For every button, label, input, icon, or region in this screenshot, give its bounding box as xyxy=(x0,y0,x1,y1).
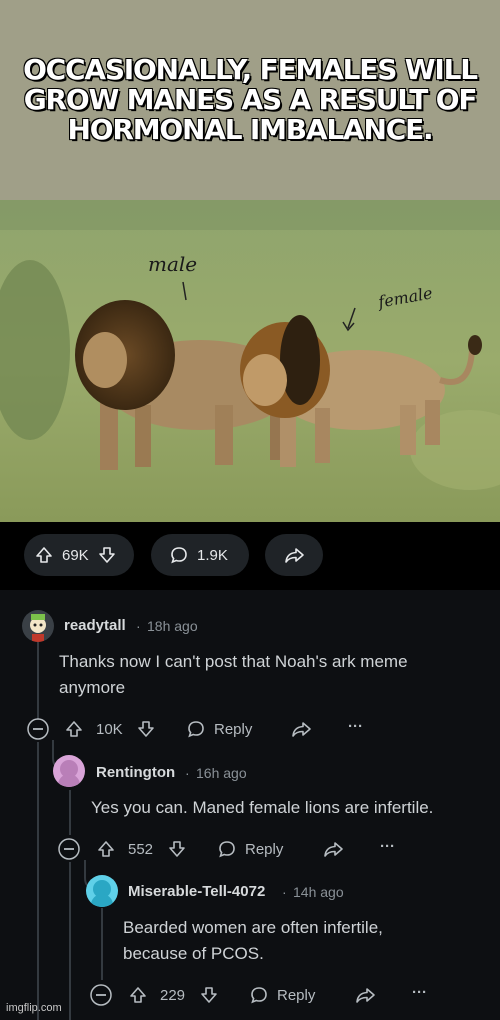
vote-pill: 69K xyxy=(24,534,134,576)
comment-body-line: Yes you can. Maned female lions are infe… xyxy=(91,798,434,817)
upvote-icon[interactable] xyxy=(62,717,86,741)
more-options-button[interactable]: ··· xyxy=(348,718,363,735)
comment-body-line: Thanks now I can't post that Noah's ark … xyxy=(59,652,408,671)
collapse-icon[interactable] xyxy=(26,717,50,741)
reply-icon[interactable] xyxy=(215,837,239,861)
more-options-button[interactable]: ··· xyxy=(380,838,395,855)
thread-line xyxy=(101,908,103,980)
imgflip-watermark: imgflip.com xyxy=(6,1002,62,1014)
thread-line xyxy=(69,862,71,1020)
comment-thread: readytall · 18h ago Thanks now I can't p… xyxy=(0,590,500,1020)
annotation-male: male xyxy=(148,252,198,276)
post-upvote-count: 69K xyxy=(62,546,89,564)
upvote-icon[interactable] xyxy=(94,837,118,861)
post-comment-count: 1.9K xyxy=(197,546,228,564)
dot-separator: · xyxy=(136,618,141,634)
share-icon[interactable] xyxy=(320,837,346,861)
comments-button[interactable]: 1.9K xyxy=(151,534,249,576)
comment-timestamp: 14h ago xyxy=(293,884,344,900)
comment-body-line: anymore xyxy=(59,678,126,697)
comment-username[interactable]: Miserable-Tell-4072 xyxy=(128,883,265,900)
reply-icon[interactable] xyxy=(184,717,208,741)
post-action-bar: 69K 1.9K xyxy=(0,522,500,590)
share-button[interactable] xyxy=(265,534,323,576)
downvote-icon[interactable] xyxy=(165,837,189,861)
comment-bubble-icon xyxy=(169,545,189,565)
more-options-button[interactable]: ··· xyxy=(412,984,427,1001)
share-icon[interactable] xyxy=(352,983,378,1007)
reply-button[interactable]: Reply xyxy=(277,987,315,1004)
reply-button[interactable]: Reply xyxy=(245,841,283,858)
comment-username[interactable]: Rentington xyxy=(96,764,175,781)
dot-separator: · xyxy=(282,884,287,900)
reply-button[interactable]: Reply xyxy=(214,721,252,738)
upvote-icon[interactable] xyxy=(34,545,54,565)
lion-photo-image xyxy=(0,200,500,522)
share-icon xyxy=(283,545,305,565)
reply-icon[interactable] xyxy=(247,983,271,1007)
comment-body-line: because of PCOS. xyxy=(123,944,264,963)
dot-separator: · xyxy=(185,765,190,781)
upvote-icon[interactable] xyxy=(126,983,150,1007)
downvote-icon[interactable] xyxy=(197,983,221,1007)
thread-line xyxy=(69,790,71,835)
collapse-icon[interactable] xyxy=(89,983,113,1007)
vote-count: 229 xyxy=(160,987,186,1004)
avatar[interactable] xyxy=(53,755,85,787)
avatar[interactable] xyxy=(86,875,118,907)
avatar[interactable] xyxy=(22,610,54,642)
thread-line xyxy=(37,742,39,1020)
downvote-icon[interactable] xyxy=(97,545,117,565)
vote-count: 10K xyxy=(96,721,123,738)
comment-timestamp: 16h ago xyxy=(196,765,247,781)
lion-photo: male female xyxy=(0,200,500,522)
vote-count: 552 xyxy=(128,841,154,858)
comment-username[interactable]: readytall xyxy=(64,617,126,634)
caption-text: OCCASIONALLY, FEMALES WILL GROW MANES AS… xyxy=(22,53,478,146)
meme-caption: OCCASIONALLY, FEMALES WILL GROW MANES AS… xyxy=(0,0,500,200)
downvote-icon[interactable] xyxy=(134,717,158,741)
share-icon[interactable] xyxy=(288,717,314,741)
comment-body-line: Bearded women are often infertile, xyxy=(123,918,383,937)
comment-timestamp: 18h ago xyxy=(147,618,198,634)
collapse-icon[interactable] xyxy=(57,837,81,861)
